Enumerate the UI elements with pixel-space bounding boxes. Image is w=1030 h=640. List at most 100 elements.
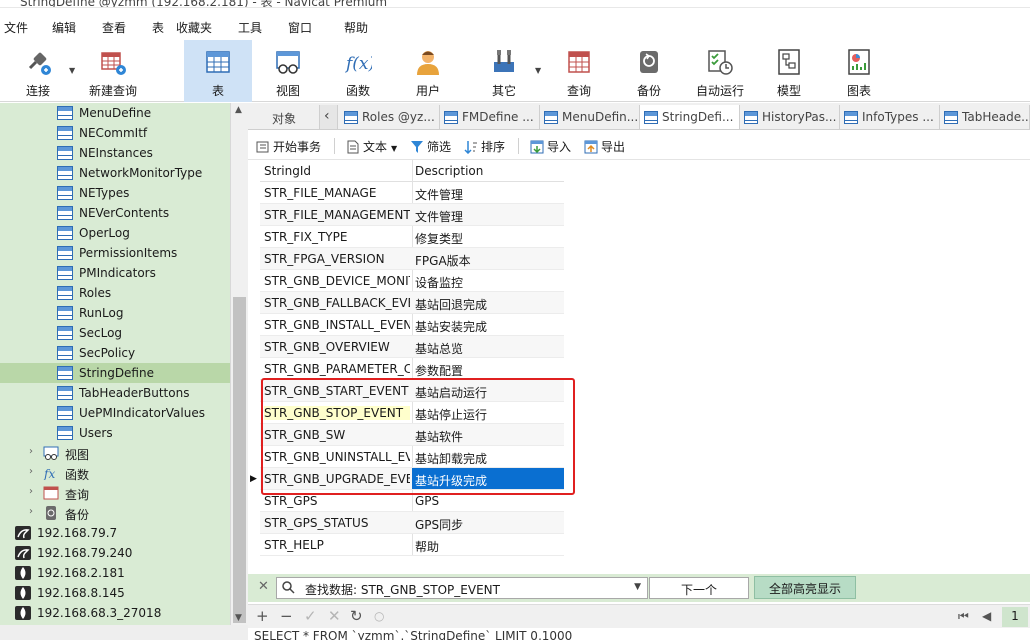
tree-item-table[interactable]: TabHeaderButtons: [0, 383, 230, 403]
export-button[interactable]: 导出: [584, 138, 625, 156]
menu-tools[interactable]: 工具: [238, 19, 262, 36]
cell-description[interactable]: 基站安装完成: [412, 314, 564, 335]
tree-connection[interactable]: 192.168.8.145: [0, 583, 230, 603]
cell-stringid[interactable]: STR_GNB_UPGRADE_EVENT: [264, 472, 410, 486]
tree-item-table-selected[interactable]: StringDefine: [0, 363, 230, 383]
tree-item-table[interactable]: NETypes: [0, 183, 230, 203]
table-row[interactable]: STR_GNB_UNINSTALL_EVENT基站卸载完成: [260, 446, 564, 468]
tree-item-table[interactable]: PermissionItems: [0, 243, 230, 263]
tree-connection[interactable]: 192.168.79.240: [0, 543, 230, 563]
tree-connection[interactable]: 192.168.2.181: [0, 563, 230, 583]
previous-page-icon[interactable]: ◀: [982, 609, 991, 623]
begin-transaction-button[interactable]: 开始事务: [256, 138, 321, 156]
table-row[interactable]: STR_GNB_STOP_EVENT 基站停止运行: [260, 402, 564, 424]
column-header-stringid[interactable]: StringId: [264, 164, 311, 178]
cell-description[interactable]: 基站回退完成: [412, 292, 564, 313]
menu-window[interactable]: 窗口: [288, 19, 312, 36]
tree-item-table[interactable]: NECommItf: [0, 123, 230, 143]
cell-stringid[interactable]: STR_GNB_DEVICE_MONITOR: [264, 274, 410, 288]
table-row[interactable]: STR_FIX_TYPE 修复类型: [260, 226, 564, 248]
cell-description[interactable]: 基站升级完成: [412, 468, 564, 489]
page-number[interactable]: 1: [1002, 607, 1028, 627]
connect-dropdown[interactable]: ▼: [68, 40, 78, 102]
table-row[interactable]: STR_GNB_INSTALL_EVENT 基站安装完成: [260, 314, 564, 336]
table-row[interactable]: STR_GPS_STATUS GPS同步: [260, 512, 564, 534]
discard-changes-icon[interactable]: ✕: [328, 607, 341, 625]
cell-stringid[interactable]: STR_GNB_OVERVIEW: [264, 340, 410, 354]
menu-view[interactable]: 查看: [102, 19, 126, 36]
find-input[interactable]: 查找数据: STR_GNB_STOP_EVENT ▼: [276, 577, 648, 599]
cell-stringid[interactable]: STR_HELP: [264, 538, 410, 552]
cell-description[interactable]: 基站软件: [412, 424, 564, 445]
column-header-description[interactable]: Description: [415, 164, 483, 178]
view-button[interactable]: 视图: [256, 40, 320, 102]
table-button[interactable]: 表: [184, 40, 252, 102]
cell-description[interactable]: 基站启动运行: [412, 380, 564, 401]
cell-description[interactable]: 文件管理: [412, 204, 564, 225]
tab-tabheader[interactable]: TabHeade...: [940, 105, 1030, 129]
expand-arrow-icon[interactable]: ›: [29, 466, 33, 477]
text-button[interactable]: 文本 ▼: [346, 138, 397, 156]
tree-connection[interactable]: 192.168.68.3_27018: [0, 603, 230, 623]
tab-objects[interactable]: 对象: [248, 105, 320, 129]
cell-stringid[interactable]: STR_GNB_INSTALL_EVENT: [264, 318, 410, 332]
tree-item-table[interactable]: Roles: [0, 283, 230, 303]
tab-historypass[interactable]: HistoryPas...: [740, 105, 840, 129]
tree-connection[interactable]: 192.168.79.7: [0, 523, 230, 543]
scrollbar-thumb[interactable]: [233, 297, 246, 623]
sort-button[interactable]: 排序: [464, 138, 505, 156]
tree-item-table[interactable]: RunLog: [0, 303, 230, 323]
tree-item-table[interactable]: PMIndicators: [0, 263, 230, 283]
table-row[interactable]: STR_FILE_MANAGEMENT 文件管理: [260, 204, 564, 226]
table-row[interactable]: STR_GPS GPS: [260, 490, 564, 512]
import-button[interactable]: 导入: [530, 138, 571, 156]
cell-stringid[interactable]: STR_FILE_MANAGE: [264, 186, 410, 200]
add-record-icon[interactable]: +: [256, 607, 269, 625]
tree-group-functions[interactable]: › fx 函数: [0, 463, 230, 483]
tab-scroll-left[interactable]: ‹: [320, 105, 338, 129]
table-row[interactable]: STR_GNB_PARAMETER_CONFIG参数配置: [260, 358, 564, 380]
cell-stringid[interactable]: STR_FILE_MANAGEMENT: [264, 208, 410, 222]
cell-stringid[interactable]: STR_FPGA_VERSION: [264, 252, 410, 266]
tree-item-table[interactable]: NEVerContents: [0, 203, 230, 223]
table-row[interactable]: STR_FPGA_VERSION FPGA版本: [260, 248, 564, 270]
stop-icon[interactable]: ○: [374, 609, 384, 623]
tree-item-table[interactable]: SecPolicy: [0, 343, 230, 363]
cell-stringid[interactable]: STR_GNB_START_EVENT: [264, 384, 410, 398]
table-row[interactable]: STR_FILE_MANAGE 文件管理: [260, 182, 564, 204]
tab-stringdefine[interactable]: StringDefi...: [640, 105, 740, 129]
menu-help[interactable]: 帮助: [344, 19, 368, 36]
cell-description[interactable]: 帮助: [412, 534, 564, 555]
scroll-up-icon[interactable]: ▲: [235, 105, 242, 115]
cell-stringid[interactable]: STR_GNB_UNINSTALL_EVENT: [264, 450, 410, 464]
cell-description[interactable]: 参数配置: [412, 358, 564, 379]
cell-description[interactable]: 修复类型: [412, 226, 564, 247]
cell-description[interactable]: GPS: [412, 490, 564, 511]
expand-arrow-icon[interactable]: ›: [29, 446, 33, 457]
refresh-icon[interactable]: ↻: [350, 607, 363, 625]
other-dropdown[interactable]: ▼: [534, 40, 544, 102]
tree-item-table[interactable]: NetworkMonitorType: [0, 163, 230, 183]
table-row[interactable]: STR_GNB_DEVICE_MONITOR设备监控: [260, 270, 564, 292]
scroll-down-icon[interactable]: ▼: [235, 613, 242, 623]
cell-description[interactable]: 基站停止运行: [412, 402, 564, 423]
table-row[interactable]: STR_GNB_START_EVENT 基站启动运行: [260, 380, 564, 402]
cell-description[interactable]: 设备监控: [412, 270, 564, 291]
apply-changes-icon[interactable]: ✓: [304, 607, 317, 625]
sidebar-scrollbar[interactable]: ▲ ▼: [230, 103, 248, 625]
tree-item-table[interactable]: SecLog: [0, 323, 230, 343]
cell-stringid[interactable]: STR_GPS: [264, 494, 410, 508]
cell-stringid[interactable]: STR_GPS_STATUS: [264, 516, 410, 530]
first-page-icon[interactable]: ⏮: [958, 609, 969, 624]
table-row[interactable]: STR_HELP 帮助: [260, 534, 564, 556]
auto-run-button[interactable]: 自动运行: [686, 40, 754, 102]
tree-group-queries[interactable]: › 查询: [0, 483, 230, 503]
tree-item-table[interactable]: MenuDefine: [0, 103, 230, 123]
cell-description[interactable]: 基站卸载完成: [412, 446, 564, 467]
tab-fmdefine[interactable]: FMDefine ...: [440, 105, 540, 129]
model-button[interactable]: 模型: [758, 40, 820, 102]
close-find-icon[interactable]: ✕: [258, 579, 269, 594]
menu-file[interactable]: 文件: [4, 19, 28, 36]
find-dropdown-icon[interactable]: ▼: [634, 582, 641, 592]
filter-button[interactable]: 筛选: [410, 138, 451, 156]
